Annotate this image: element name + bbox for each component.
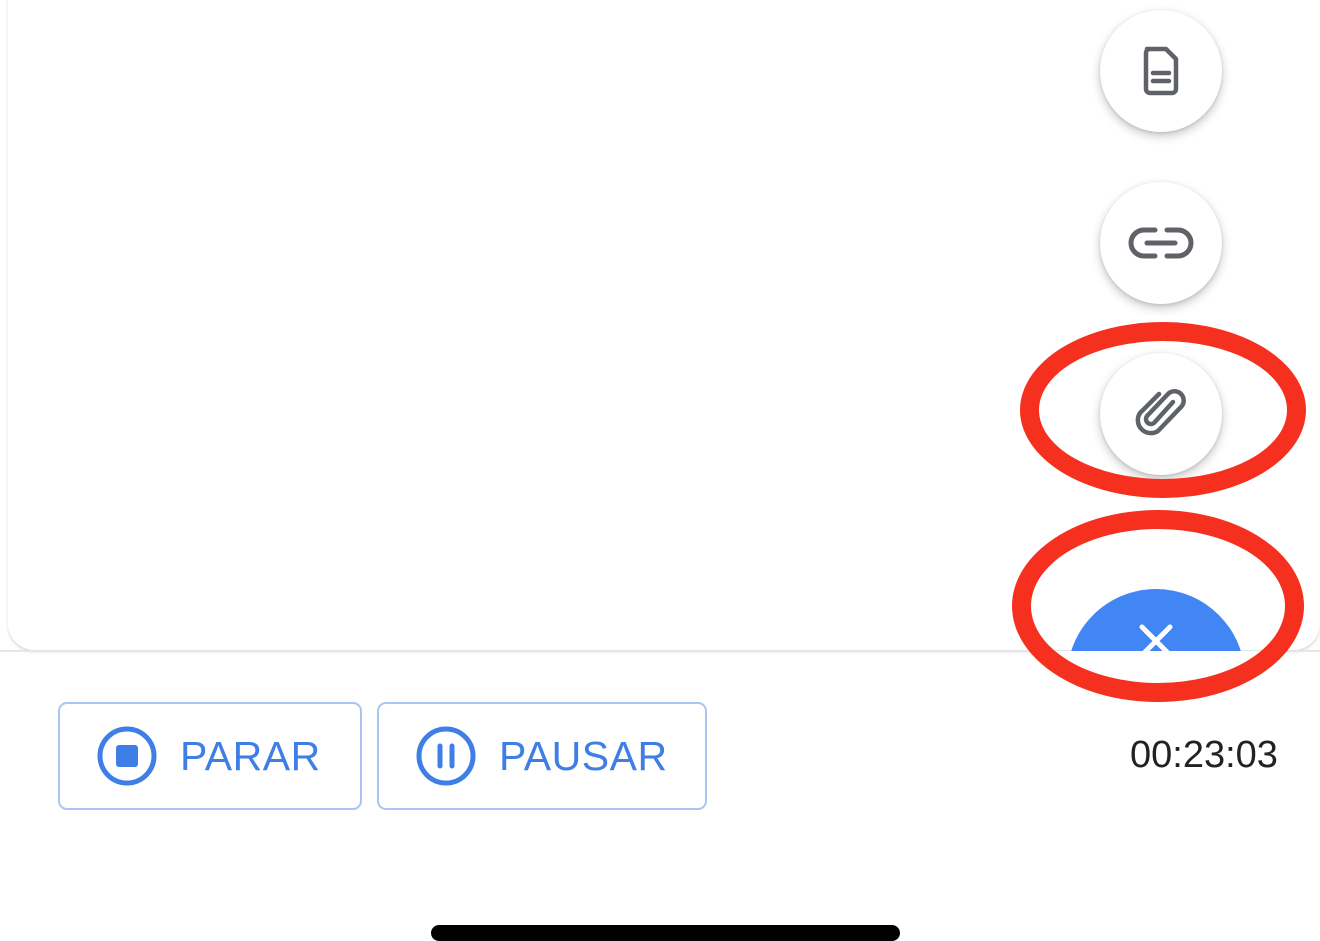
- recording-timer: 00:23:03: [1130, 734, 1278, 776]
- pause-button[interactable]: PAUSAR: [377, 702, 707, 810]
- paperclip-icon: [1135, 388, 1187, 440]
- link-fab-button[interactable]: [1100, 182, 1222, 304]
- attachment-fab-button[interactable]: [1100, 353, 1222, 475]
- stop-button[interactable]: PARAR: [58, 702, 362, 810]
- screen: PARAR PAUSAR 00:23:03: [0, 0, 1320, 941]
- stop-button-label: PARAR: [180, 732, 321, 779]
- pause-button-label: PAUSAR: [499, 732, 668, 779]
- pause-icon: [415, 725, 477, 787]
- document-fab-button[interactable]: [1100, 10, 1222, 132]
- link-icon: [1127, 226, 1195, 260]
- document-icon: [1141, 46, 1181, 96]
- stop-icon: [96, 725, 158, 787]
- home-indicator[interactable]: [431, 925, 900, 941]
